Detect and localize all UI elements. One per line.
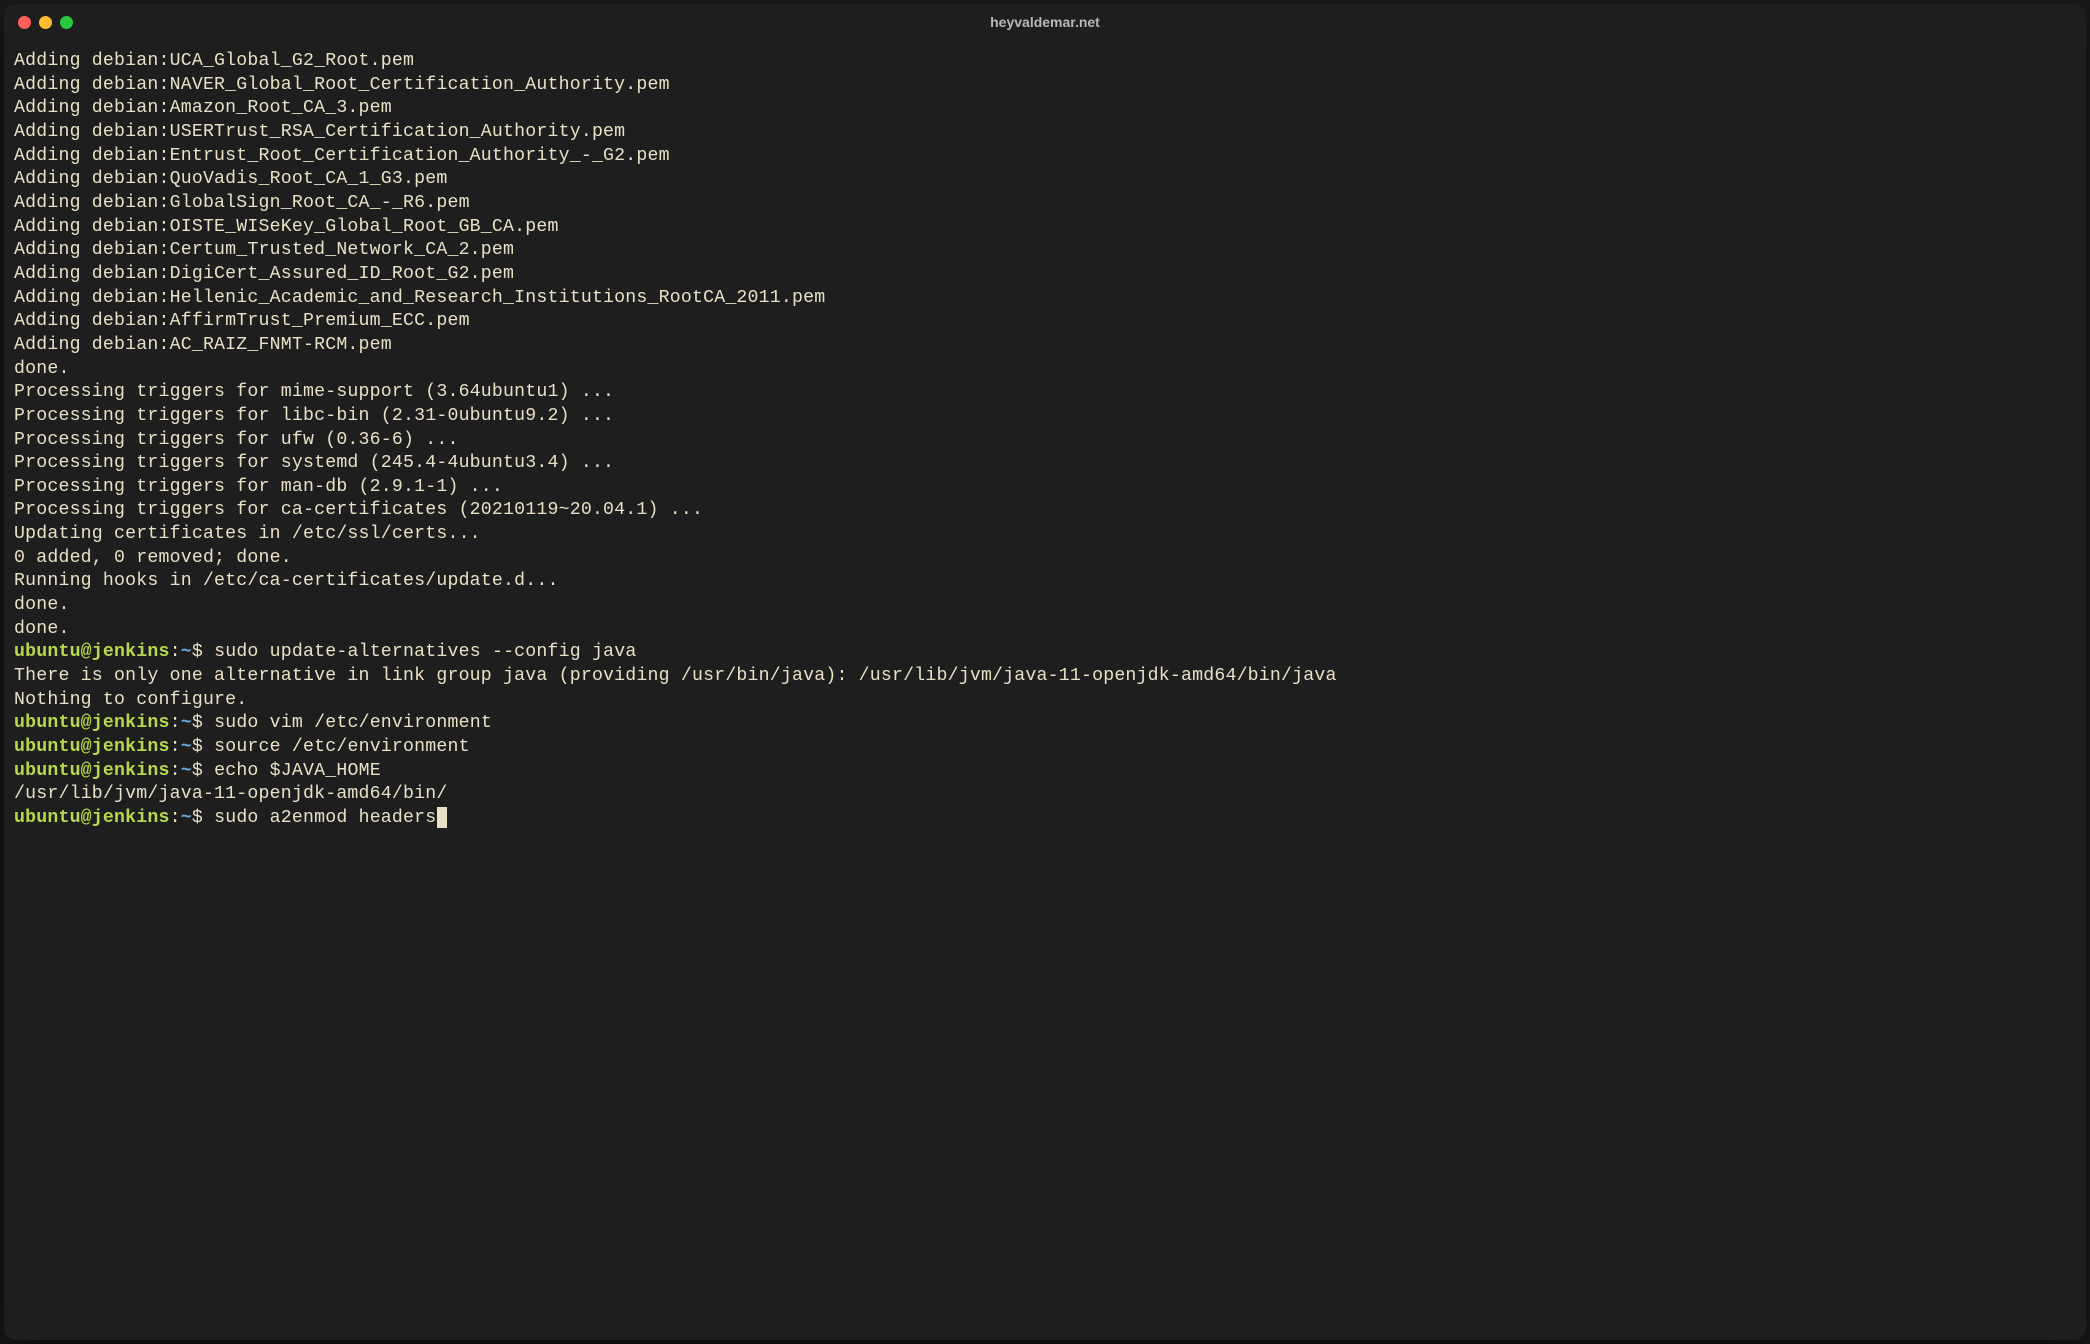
prompt-line[interactable]: ubuntu@jenkins:~$ sudo vim /etc/environm…	[14, 712, 2074, 736]
prompt-line[interactable]: ubuntu@jenkins:~$ echo $JAVA_HOME	[14, 760, 2074, 784]
output-line: Processing triggers for ca-certificates …	[14, 499, 2074, 523]
prompt-symbol: $	[192, 713, 214, 733]
output-line: Processing triggers for man-db (2.9.1-1)…	[14, 476, 2074, 500]
prompt-user-host: ubuntu@jenkins	[14, 808, 170, 828]
prompt-path: ~	[181, 737, 192, 757]
output-line: 0 added, 0 removed; done.	[14, 547, 2074, 571]
output-line: Adding debian:Amazon_Root_CA_3.pem	[14, 97, 2074, 121]
output-line: Adding debian:NAVER_Global_Root_Certific…	[14, 74, 2074, 98]
window-controls	[18, 16, 73, 29]
prompt-path: ~	[181, 808, 192, 828]
prompt-user-host: ubuntu@jenkins	[14, 737, 170, 757]
output-line: Processing triggers for ufw (0.36-6) ...	[14, 429, 2074, 453]
prompt-symbol: $	[192, 761, 214, 781]
output-line: Adding debian:QuoVadis_Root_CA_1_G3.pem	[14, 168, 2074, 192]
prompt-path: ~	[181, 713, 192, 733]
output-line: Nothing to configure.	[14, 689, 2074, 713]
prompt-symbol: $	[192, 737, 214, 757]
terminal-window: heyvaldemar.net Adding debian:UCA_Global…	[4, 4, 2086, 1340]
prompt-symbol: $	[192, 642, 214, 662]
command-text: sudo vim /etc/environment	[214, 713, 492, 733]
prompt-separator: :	[170, 713, 181, 733]
output-line: Adding debian:Hellenic_Academic_and_Rese…	[14, 287, 2074, 311]
output-line: Adding debian:AffirmTrust_Premium_ECC.pe…	[14, 310, 2074, 334]
prompt-separator: :	[170, 737, 181, 757]
cursor	[437, 807, 447, 828]
command-text: sudo update-alternatives --config java	[214, 642, 636, 662]
close-icon[interactable]	[18, 16, 31, 29]
prompt-separator: :	[170, 808, 181, 828]
prompt-line[interactable]: ubuntu@jenkins:~$ sudo a2enmod headers	[14, 807, 2074, 831]
minimize-icon[interactable]	[39, 16, 52, 29]
output-line: Adding debian:GlobalSign_Root_CA_-_R6.pe…	[14, 192, 2074, 216]
output-line: Processing triggers for libc-bin (2.31-0…	[14, 405, 2074, 429]
output-line: There is only one alternative in link gr…	[14, 665, 2074, 689]
command-text: echo $JAVA_HOME	[214, 761, 381, 781]
prompt-user-host: ubuntu@jenkins	[14, 713, 170, 733]
zoom-icon[interactable]	[60, 16, 73, 29]
prompt-line[interactable]: ubuntu@jenkins:~$ sudo update-alternativ…	[14, 641, 2074, 665]
prompt-separator: :	[170, 761, 181, 781]
output-line: done.	[14, 594, 2074, 618]
output-line: Running hooks in /etc/ca-certificates/up…	[14, 570, 2074, 594]
output-line: done.	[14, 358, 2074, 382]
prompt-separator: :	[170, 642, 181, 662]
prompt-user-host: ubuntu@jenkins	[14, 761, 170, 781]
output-line: Adding debian:UCA_Global_G2_Root.pem	[14, 50, 2074, 74]
output-line: Adding debian:Entrust_Root_Certification…	[14, 145, 2074, 169]
window-title: heyvaldemar.net	[4, 14, 2086, 30]
prompt-line[interactable]: ubuntu@jenkins:~$ source /etc/environmen…	[14, 736, 2074, 760]
prompt-symbol: $	[192, 808, 214, 828]
output-line: Processing triggers for mime-support (3.…	[14, 381, 2074, 405]
command-text: sudo a2enmod headers	[214, 808, 436, 828]
output-line: done.	[14, 618, 2074, 642]
titlebar: heyvaldemar.net	[4, 4, 2086, 40]
terminal-body[interactable]: Adding debian:UCA_Global_G2_Root.pemAddi…	[4, 40, 2086, 1340]
output-line: Adding debian:OISTE_WISeKey_Global_Root_…	[14, 216, 2074, 240]
prompt-path: ~	[181, 642, 192, 662]
output-line: Updating certificates in /etc/ssl/certs.…	[14, 523, 2074, 547]
prompt-user-host: ubuntu@jenkins	[14, 642, 170, 662]
prompt-path: ~	[181, 761, 192, 781]
output-line: /usr/lib/jvm/java-11-openjdk-amd64/bin/	[14, 783, 2074, 807]
command-text: source /etc/environment	[214, 737, 470, 757]
output-line: Processing triggers for systemd (245.4-4…	[14, 452, 2074, 476]
output-line: Adding debian:DigiCert_Assured_ID_Root_G…	[14, 263, 2074, 287]
output-line: Adding debian:Certum_Trusted_Network_CA_…	[14, 239, 2074, 263]
output-line: Adding debian:AC_RAIZ_FNMT-RCM.pem	[14, 334, 2074, 358]
output-line: Adding debian:USERTrust_RSA_Certificatio…	[14, 121, 2074, 145]
